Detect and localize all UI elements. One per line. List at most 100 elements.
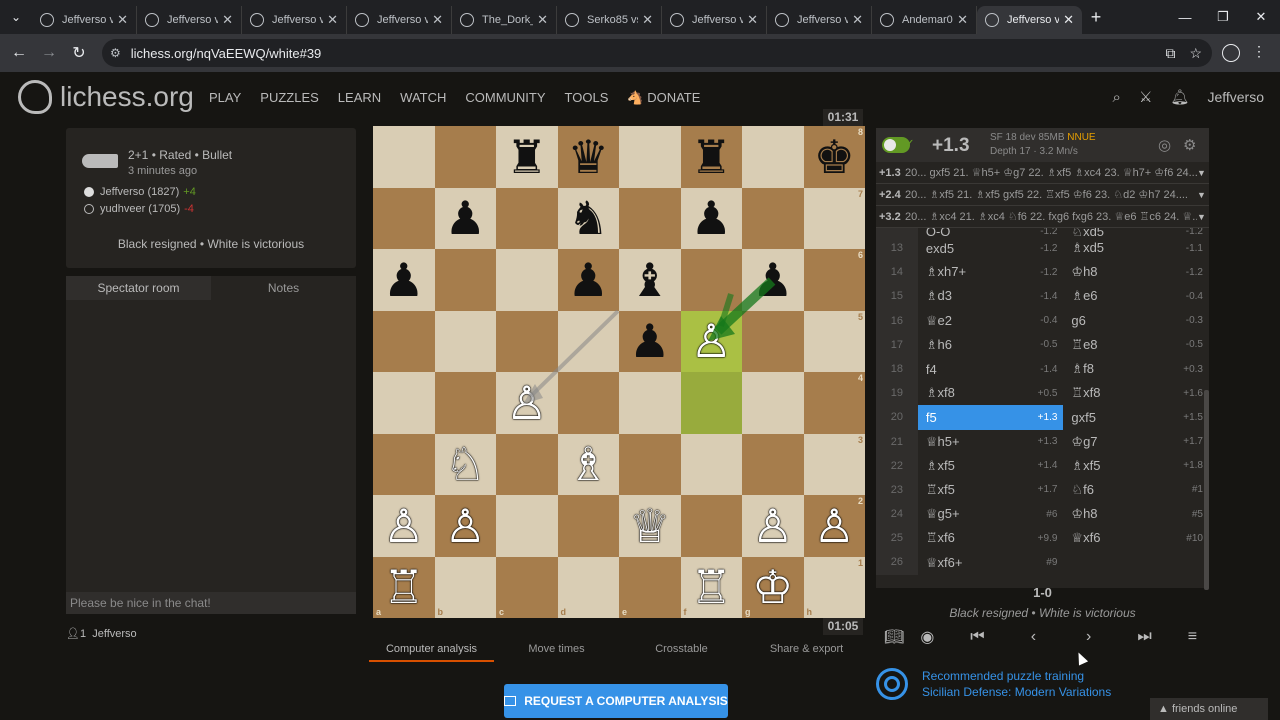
- chess-piece[interactable]: ♙: [383, 503, 424, 549]
- white-move[interactable]: ♗h6 -0.5: [918, 333, 1064, 357]
- black-move[interactable]: ♔h8 #5: [1063, 502, 1209, 526]
- close-tab-icon[interactable]: ✕: [852, 12, 863, 28]
- white-move[interactable]: exd5 -1.2: [918, 236, 1064, 260]
- board-square[interactable]: [680, 495, 742, 557]
- minimize-icon[interactable]: —: [1166, 0, 1204, 34]
- chess-piece[interactable]: ♙: [445, 503, 486, 549]
- board-square[interactable]: [742, 310, 804, 372]
- white-move[interactable]: ♖xf5 +1.7: [918, 478, 1064, 502]
- move-list-scrollbar[interactable]: [1204, 390, 1209, 590]
- nav-puzzles[interactable]: PUZZLES: [260, 90, 319, 106]
- browser-tab[interactable]: Jeffverso v ✕: [347, 6, 452, 34]
- nav-donate[interactable]: 🐴 DONATE: [627, 90, 719, 106]
- profile-icon[interactable]: [1222, 44, 1240, 62]
- nav-learn[interactable]: LEARN: [338, 90, 381, 106]
- black-move[interactable]: ♔g7 +1.7: [1063, 430, 1209, 454]
- board-square[interactable]: [496, 249, 558, 311]
- board-square[interactable]: [619, 187, 681, 249]
- url-field[interactable]: ⚙ lichess.org/nqVaEEWQ/white#39 ⧉ ☆: [102, 39, 1212, 67]
- black-move[interactable]: ♕xf6 #10: [1063, 526, 1209, 550]
- tab-spectator-room[interactable]: Spectator room: [66, 276, 211, 300]
- tab-computer-analysis[interactable]: Computer analysis: [369, 640, 494, 662]
- board-square[interactable]: [742, 433, 804, 495]
- nav-tools[interactable]: TOOLS: [565, 90, 609, 106]
- chess-piece[interactable]: ♛: [568, 134, 609, 180]
- white-move[interactable]: f4 -1.4: [918, 357, 1064, 381]
- chess-piece[interactable]: ♙: [752, 503, 793, 549]
- friends-online-bar[interactable]: ▲ friends online: [1150, 698, 1268, 720]
- black-move[interactable]: [1063, 550, 1209, 574]
- tab-notes[interactable]: Notes: [211, 276, 356, 300]
- practice-icon[interactable]: ◉: [920, 627, 934, 647]
- board-square[interactable]: 5: [803, 310, 865, 372]
- forward-icon[interactable]: →: [34, 44, 64, 62]
- board-square[interactable]: [434, 310, 496, 372]
- pv-line[interactable]: +2.4 20... ♗xf5 21. ♗xf5 gxf5 22. ♖xf5 ♔f…: [876, 184, 1209, 206]
- close-tab-icon[interactable]: ✕: [747, 12, 758, 28]
- close-tab-icon[interactable]: ✕: [327, 12, 338, 28]
- chess-piece[interactable]: ♘: [445, 441, 486, 487]
- board-square[interactable]: [742, 187, 804, 249]
- browser-tab[interactable]: Jeffverso v ✕: [767, 6, 872, 34]
- black-move[interactable]: ♘f6 #1: [1063, 478, 1209, 502]
- next-move-icon[interactable]: ›: [1086, 628, 1091, 646]
- request-analysis-button[interactable]: REQUEST A COMPUTER ANALYSIS: [504, 684, 728, 718]
- back-icon[interactable]: ←: [4, 44, 34, 62]
- white-move[interactable]: ♕e2 -0.4: [918, 309, 1064, 333]
- engine-settings-gear-icon[interactable]: ⚙: [1183, 136, 1196, 154]
- close-tab-icon[interactable]: ✕: [1063, 12, 1074, 28]
- board-square[interactable]: e: [619, 556, 681, 618]
- notification-bell-icon[interactable]: 🔔︎: [1170, 88, 1189, 106]
- nav-play[interactable]: PLAY: [209, 90, 241, 106]
- close-tab-icon[interactable]: ✕: [957, 12, 968, 28]
- board-square[interactable]: [742, 126, 804, 188]
- board-square[interactable]: ♟: [619, 310, 681, 372]
- nav-community[interactable]: COMMUNITY: [465, 90, 545, 106]
- white-move[interactable]: O-O -1.2: [918, 228, 1064, 236]
- board-square[interactable]: ♟: [742, 249, 804, 311]
- tab-share-export[interactable]: Share & export: [744, 640, 869, 662]
- search-icon[interactable]: ⌕: [1113, 89, 1121, 106]
- board-square[interactable]: ♜: [496, 126, 558, 188]
- board-square[interactable]: ♗: [557, 433, 619, 495]
- white-move[interactable]: ♖xf6 +9.9: [918, 526, 1064, 550]
- board-square[interactable]: [496, 187, 558, 249]
- white-move[interactable]: ♕g5+ #6: [918, 502, 1064, 526]
- chess-piece[interactable]: ♟: [383, 257, 424, 303]
- board-square[interactable]: [496, 433, 558, 495]
- board-square[interactable]: [373, 433, 435, 495]
- white-move[interactable]: ♕h5+ +1.3: [918, 430, 1064, 454]
- black-move[interactable]: ♗f8 +0.3: [1063, 357, 1209, 381]
- board-square[interactable]: ♟: [373, 249, 435, 311]
- nav-watch[interactable]: WATCH: [400, 90, 446, 106]
- board-square[interactable]: 3: [803, 433, 865, 495]
- site-info-icon[interactable]: ⚙: [110, 46, 121, 60]
- white-player[interactable]: Jeffverso (1827) +4: [84, 186, 196, 198]
- black-move[interactable]: ♗xd5 -1.1: [1063, 236, 1209, 260]
- chess-piece[interactable]: ♙: [691, 318, 732, 364]
- board-square[interactable]: ♘: [434, 433, 496, 495]
- tab-search-icon[interactable]: ⌄: [0, 0, 32, 34]
- board-square[interactable]: ♝: [619, 249, 681, 311]
- browser-tab[interactable]: Andemar0 ✕: [872, 6, 977, 34]
- board-square[interactable]: [680, 372, 742, 434]
- chess-piece[interactable]: ♖: [383, 564, 424, 610]
- close-tab-icon[interactable]: ✕: [642, 12, 653, 28]
- chess-piece[interactable]: ♝: [629, 257, 670, 303]
- practice-target-icon[interactable]: ◎: [1158, 136, 1171, 154]
- pv-expand-icon[interactable]: ▼: [1197, 212, 1209, 222]
- board-square[interactable]: [680, 249, 742, 311]
- spectator-name[interactable]: Jeffverso: [92, 628, 136, 640]
- chess-piece[interactable]: ♚: [814, 134, 855, 180]
- browser-tab[interactable]: Jeffverso v ✕: [977, 6, 1082, 34]
- board-square[interactable]: ♙: [742, 495, 804, 557]
- chess-piece[interactable]: ♟: [568, 257, 609, 303]
- board-square[interactable]: [496, 495, 558, 557]
- board-square[interactable]: [434, 126, 496, 188]
- white-move[interactable]: ♗xf5 +1.4: [918, 454, 1064, 478]
- puzzle-recommendation[interactable]: Recommended puzzle training Sicilian Def…: [876, 668, 1111, 700]
- board-square[interactable]: ♞: [557, 187, 619, 249]
- bookmark-star-icon[interactable]: ☆: [1189, 45, 1202, 62]
- board-square[interactable]: [496, 310, 558, 372]
- install-icon[interactable]: ⧉: [1165, 45, 1175, 62]
